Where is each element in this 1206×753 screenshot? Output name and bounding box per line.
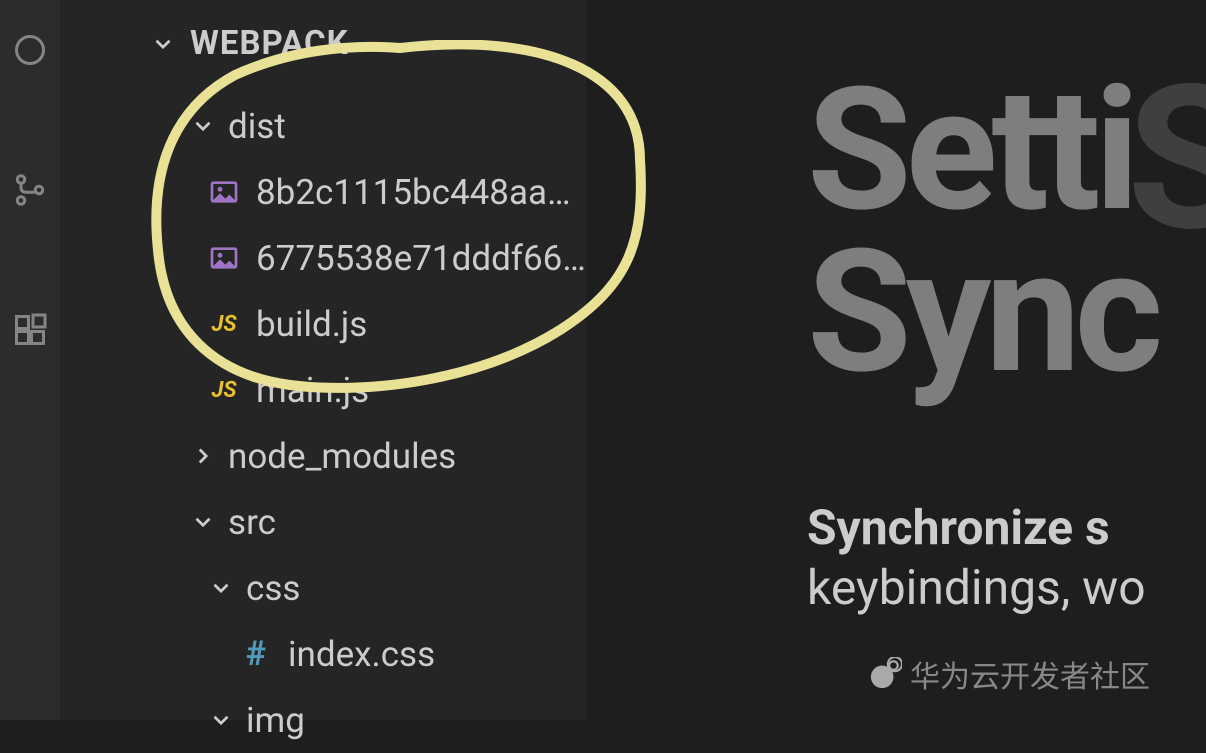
file-label: build.js	[256, 304, 367, 345]
chevron-down-icon	[150, 31, 176, 57]
folder-src[interactable]: src	[60, 489, 586, 555]
editor-area: Setti Sync S Synchronize s keybindings, …	[587, 0, 1206, 720]
folder-dist[interactable]: dist	[60, 93, 586, 159]
file-label: 8b2c1115bc448aa84…	[256, 172, 586, 213]
heading-line-2: Sync	[807, 212, 1157, 412]
chevron-right-icon	[190, 443, 216, 469]
chevron-down-icon	[190, 509, 216, 535]
weibo-icon	[868, 657, 902, 691]
js-file-icon: JS	[208, 308, 240, 340]
css-file-icon: #	[240, 638, 272, 670]
folder-label: img	[246, 700, 305, 741]
activity-circle-icon[interactable]	[10, 30, 50, 70]
explorer-title: WEBPACK	[190, 24, 349, 63]
folder-label: src	[228, 502, 276, 543]
file-main-js[interactable]: JS main.js	[60, 357, 586, 423]
folder-label: css	[246, 568, 300, 609]
file-image-1[interactable]: 8b2c1115bc448aa84…	[60, 159, 586, 225]
folder-label: dist	[228, 106, 286, 147]
explorer-sidebar: WEBPACK dist 8b2c1115bc448aa84… 6775538e…	[60, 0, 587, 720]
file-image-2[interactable]: 6775538e71dddf662…	[60, 225, 586, 291]
file-index-css[interactable]: # index.css	[60, 621, 586, 687]
extension-heading: Setti Sync S	[807, 70, 1206, 393]
chevron-down-icon	[208, 707, 234, 733]
image-file-icon	[208, 176, 240, 208]
folder-css[interactable]: css	[60, 555, 586, 621]
extensions-icon[interactable]	[10, 310, 50, 350]
file-build-js[interactable]: JS build.js	[60, 291, 586, 357]
folder-label: node_modules	[228, 436, 456, 477]
chevron-down-icon	[208, 575, 234, 601]
folder-img[interactable]: img	[60, 687, 586, 753]
folder-node-modules[interactable]: node_modules	[60, 423, 586, 489]
watermark: 华为云开发者社区	[868, 652, 1150, 696]
desc-line-1: Synchronize s	[807, 499, 1110, 556]
source-control-icon[interactable]	[10, 170, 50, 210]
watermark-text: 华为云开发者社区	[910, 652, 1150, 696]
desc-line-2: keybindings, wo	[807, 559, 1146, 616]
chevron-down-icon	[190, 113, 216, 139]
extension-description: Synchronize s keybindings, wo	[807, 498, 1206, 618]
file-label: index.css	[288, 634, 435, 675]
file-label: main.js	[256, 370, 369, 411]
file-label: 6775538e71dddf662…	[256, 238, 586, 279]
activity-bar	[0, 0, 60, 720]
js-file-icon: JS	[208, 374, 240, 406]
explorer-section-header[interactable]: WEBPACK	[60, 24, 586, 63]
image-file-icon	[208, 242, 240, 274]
overlay-letter: S	[1127, 64, 1206, 254]
file-tree: dist 8b2c1115bc448aa84… 6775538e71dddf66…	[60, 93, 586, 753]
